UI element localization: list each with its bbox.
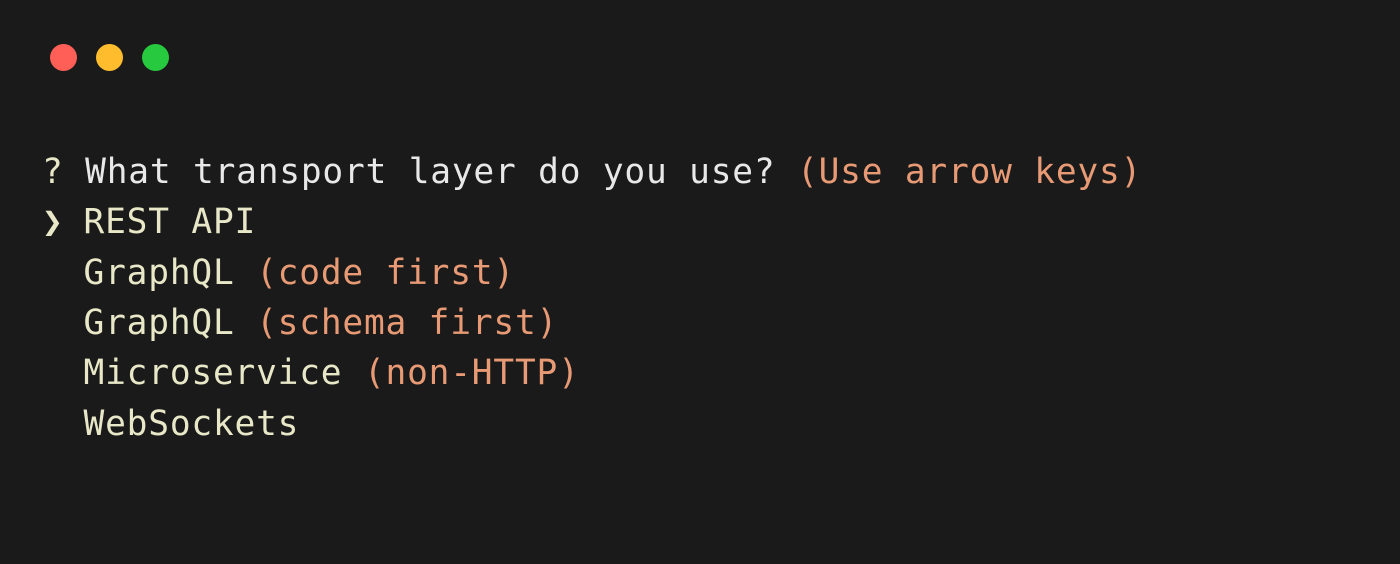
- option-detail: (code first): [256, 253, 515, 293]
- maximize-icon[interactable]: [142, 44, 169, 71]
- titlebar: [0, 0, 1400, 71]
- option-label: WebSockets: [84, 404, 300, 444]
- prompt-marker: ?: [42, 152, 64, 192]
- option-label: Microservice: [84, 353, 364, 393]
- prompt-question: What transport layer do you use?: [85, 152, 797, 192]
- option-label: GraphQL: [84, 253, 257, 293]
- close-icon[interactable]: [50, 44, 77, 71]
- option-row[interactable]: ❯ REST API: [42, 197, 1400, 247]
- option-detail: (schema first): [256, 303, 558, 343]
- selection-pointer-icon: ❯: [42, 197, 84, 247]
- option-row[interactable]: GraphQL (code first): [42, 248, 1400, 298]
- option-row[interactable]: WebSockets: [42, 399, 1400, 449]
- prompt-line: ? What transport layer do you use? (Use …: [42, 147, 1400, 197]
- minimize-icon[interactable]: [96, 44, 123, 71]
- terminal-output: ? What transport layer do you use? (Use …: [0, 71, 1400, 449]
- option-row[interactable]: GraphQL (schema first): [42, 298, 1400, 348]
- prompt-hint: (Use arrow keys): [797, 152, 1142, 192]
- option-detail: (non-HTTP): [364, 353, 580, 393]
- option-label: REST API: [84, 202, 257, 242]
- option-label: GraphQL: [84, 303, 257, 343]
- option-row[interactable]: Microservice (non-HTTP): [42, 348, 1400, 398]
